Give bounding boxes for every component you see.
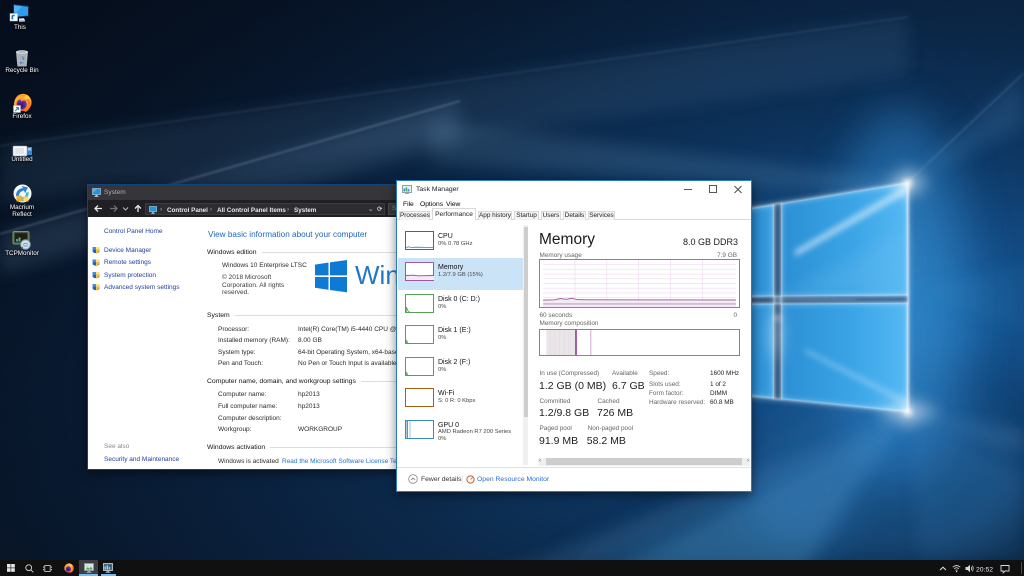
svg-text:20:52: 20:52 [976, 566, 993, 573]
